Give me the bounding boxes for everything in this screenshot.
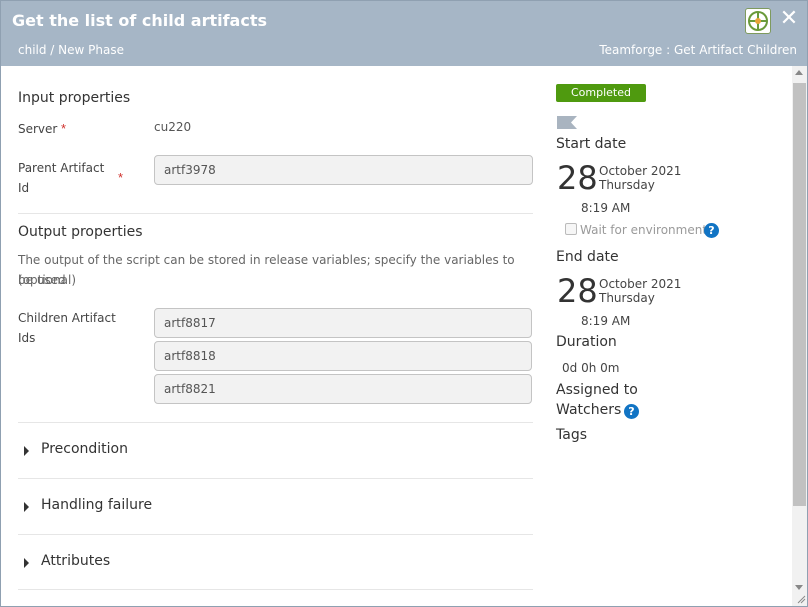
caret-right-icon — [24, 502, 29, 512]
precondition-toggle[interactable]: Precondition — [18, 439, 533, 463]
parent-artifact-label-line2: Id — [18, 181, 30, 195]
plugin-label: Teamforge : Get Artifact Children — [599, 43, 797, 57]
duration-value[interactable]: 0d 0h 0m — [562, 361, 619, 375]
attributes-label: Attributes — [41, 553, 111, 569]
scroll-down-icon[interactable] — [795, 585, 803, 590]
breadcrumb[interactable]: child / New Phase — [18, 43, 124, 57]
end-time[interactable]: 8:19 AM — [581, 314, 630, 328]
children-artifact-field-1[interactable]: artf8817 — [154, 308, 532, 338]
scroll-thumb[interactable] — [793, 83, 806, 506]
teamforge-logo-icon — [745, 8, 771, 34]
divider — [18, 478, 533, 479]
divider — [18, 213, 533, 214]
flag-icon[interactable] — [557, 116, 577, 129]
start-weekday: Thursday — [599, 178, 655, 192]
server-value: cu220 — [154, 120, 192, 134]
start-date-heading: Start date — [556, 136, 627, 152]
caret-right-icon — [24, 558, 29, 568]
end-day[interactable]: 28 — [557, 275, 598, 307]
output-properties-title: Output properties — [18, 224, 143, 240]
watchers-label: Watchers — [556, 402, 622, 418]
start-month-year: October 2021 — [599, 164, 682, 178]
dialog-title: Get the list of child artifacts — [12, 11, 267, 30]
divider — [18, 534, 533, 535]
output-hint-optional: (optional) — [18, 273, 76, 287]
handling-failure-toggle[interactable]: Handling failure — [18, 495, 533, 519]
resize-handle-icon[interactable] — [796, 594, 806, 604]
output-hint: The output of the script can be stored i… — [18, 253, 515, 287]
start-day[interactable]: 28 — [557, 162, 598, 194]
close-icon[interactable]: ✕ — [777, 7, 801, 31]
children-artifact-label-line2: Ids — [18, 331, 36, 345]
vertical-scrollbar[interactable] — [792, 66, 807, 606]
end-date-heading: End date — [556, 249, 619, 265]
attributes-toggle[interactable]: Attributes — [18, 551, 533, 575]
help-icon[interactable]: ? — [624, 404, 639, 419]
dialog-header: Get the list of child artifacts child / … — [1, 1, 807, 66]
divider — [18, 422, 533, 423]
required-marker: * — [118, 170, 124, 185]
server-label: Server — [18, 122, 58, 136]
assigned-to-label: Assigned to — [556, 382, 638, 398]
start-time[interactable]: 8:19 AM — [581, 201, 630, 215]
children-artifact-field-2[interactable]: artf8818 — [154, 341, 532, 371]
wait-for-environment-checkbox[interactable] — [565, 223, 577, 235]
wait-for-environment-label: Wait for environment — [580, 223, 708, 237]
status-badge: Completed — [556, 84, 646, 102]
divider — [18, 589, 533, 590]
dialog-content: Input properties Server * cu220 Parent A… — [2, 66, 792, 606]
precondition-label: Precondition — [41, 441, 128, 457]
tags-label: Tags — [556, 427, 587, 443]
help-icon[interactable]: ? — [704, 223, 719, 238]
end-month-year: October 2021 — [599, 277, 682, 291]
scroll-up-icon[interactable] — [795, 70, 803, 75]
parent-artifact-id-field[interactable]: artf3978 — [154, 155, 533, 185]
children-artifact-label: Children Artifact — [18, 311, 116, 325]
handling-failure-label: Handling failure — [41, 497, 153, 513]
parent-artifact-label: Parent Artifact — [18, 161, 105, 175]
input-properties-title: Input properties — [18, 90, 131, 106]
required-marker: * — [61, 121, 67, 136]
duration-heading: Duration — [556, 334, 617, 350]
task-dialog: Get the list of child artifacts child / … — [0, 0, 808, 607]
end-weekday: Thursday — [599, 291, 655, 305]
caret-right-icon — [24, 446, 29, 456]
children-artifact-field-3[interactable]: artf8821 — [154, 374, 532, 404]
